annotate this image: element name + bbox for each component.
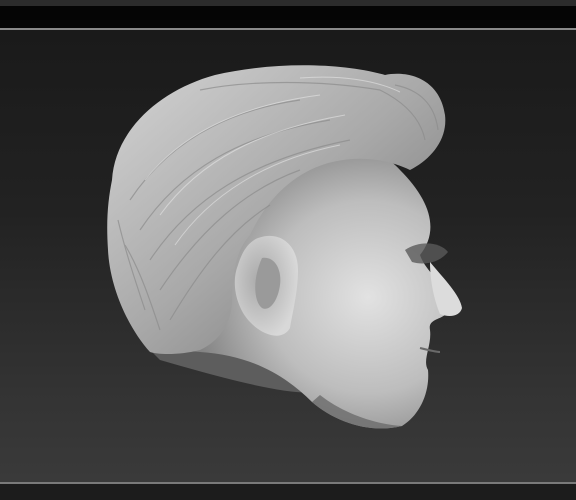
- head-sculpt-model[interactable]: [0, 30, 576, 482]
- sculpt-app-window: [0, 0, 576, 500]
- 3d-viewport[interactable]: [0, 30, 576, 482]
- bottom-toolbar: [0, 484, 576, 500]
- top-toolbar: [0, 6, 576, 28]
